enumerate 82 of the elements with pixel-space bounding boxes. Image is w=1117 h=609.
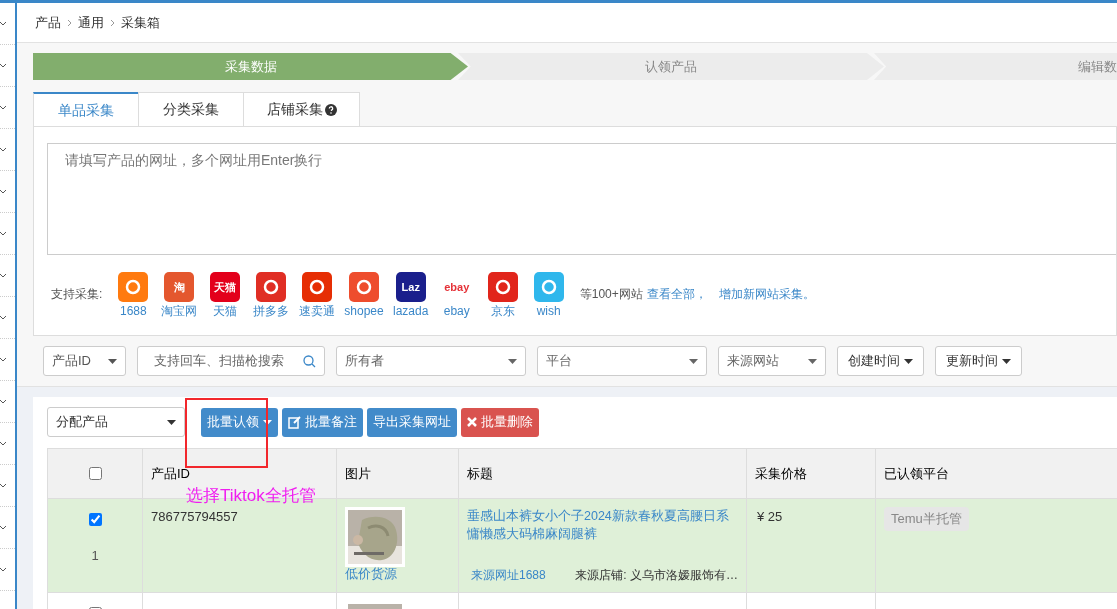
source-type-link[interactable]: 低价货源 <box>345 567 397 580</box>
site-link[interactable]: lazada <box>393 305 429 317</box>
select-all-checkbox[interactable] <box>88 467 102 480</box>
caret-icon <box>808 358 817 364</box>
source-shop-text: 来源店铺: 义乌市洛嫒服饰有… <box>575 567 738 584</box>
site-logo-icon: 天猫 <box>210 272 241 302</box>
sort-button[interactable]: 创建时间 <box>837 346 924 376</box>
source-url-link[interactable]: 来源网址1688 <box>471 566 546 584</box>
assign-select[interactable]: 分配产品 <box>47 407 185 437</box>
batch-button[interactable]: 批量删除 <box>461 407 539 437</box>
chevron-right-icon <box>67 18 72 27</box>
table-cell: ¥ 25 <box>757 509 783 524</box>
row-index: 1 <box>91 547 99 565</box>
title-link[interactable]: 垂感山本裤女小个子2024新款春秋夏高腰日系慵懒感大码棉麻阔腿裤 <box>467 507 738 543</box>
url-input[interactable]: 请填写产品的网址，多个网址用Enter换行 <box>47 143 1116 255</box>
site-link[interactable]: 1688 <box>120 305 147 317</box>
chevron-down-icon[interactable] <box>0 21 6 26</box>
chevron-down-icon[interactable] <box>0 231 6 236</box>
tab[interactable]: 店铺采集 <box>243 92 360 127</box>
caret-icon <box>508 358 517 364</box>
site-action-link[interactable]: 查看全部 <box>646 285 695 303</box>
select-field[interactable]: 来源网站 <box>718 346 826 376</box>
site-logo-icon: Laz <box>395 272 426 302</box>
column-header: 标题 <box>467 464 493 483</box>
caret-icon <box>904 358 913 364</box>
caret-icon <box>689 358 698 364</box>
select-field[interactable]: 平台 <box>537 346 707 376</box>
column-header: 图片 <box>345 464 371 483</box>
step-tab[interactable]: 编辑数 <box>874 53 1117 80</box>
table-cell: 786775794557 <box>151 509 238 524</box>
tab[interactable]: 分类采集 <box>138 92 244 127</box>
chevron-down-icon[interactable] <box>0 567 6 572</box>
caret-icon <box>1002 358 1011 364</box>
breadcrumb-link[interactable]: 通用 <box>78 12 104 33</box>
tab[interactable]: 单品采集 <box>33 92 139 127</box>
caret-icon <box>108 358 117 364</box>
column-header: 已认领平台 <box>884 464 949 483</box>
site-logo-icon: 淘 <box>164 272 195 302</box>
sort-button[interactable]: 更新时间 <box>935 346 1022 376</box>
column-header: 产品ID <box>151 464 190 483</box>
site-link[interactable]: 京东 <box>490 305 515 317</box>
chevron-down-icon[interactable] <box>0 525 6 530</box>
site-link[interactable]: shopee <box>344 305 384 317</box>
close-icon <box>467 417 477 427</box>
chevron-down-icon[interactable] <box>0 483 6 488</box>
search-field[interactable]: 支持回车、扫描枪搜索 <box>137 346 325 376</box>
site-action-link[interactable]: 增加新网站采集。 <box>718 285 815 303</box>
platform-tag: Temu半托管 <box>884 507 969 531</box>
caret-icon <box>167 419 176 425</box>
step-tab[interactable]: 认领产品 <box>458 53 884 80</box>
batch-button[interactable]: 批量备注 <box>282 407 363 437</box>
search-icon <box>303 354 316 368</box>
site-link[interactable]: 拼多多 <box>253 305 290 317</box>
site-link[interactable]: 淘宝网 <box>161 305 198 317</box>
chevron-right-icon <box>110 18 115 27</box>
separator-text: ， <box>694 286 707 303</box>
select-field[interactable]: 产品ID <box>43 346 126 376</box>
edit-icon <box>288 415 301 429</box>
chevron-down-icon[interactable] <box>0 189 6 194</box>
chevron-down-icon[interactable] <box>0 399 6 404</box>
column-header: 采集价格 <box>755 464 807 483</box>
breadcrumb-link[interactable]: 采集箱 <box>121 12 160 33</box>
site-link[interactable]: 天猫 <box>213 305 238 317</box>
step-tab[interactable]: 采集数据 <box>33 53 468 80</box>
chevron-down-icon[interactable] <box>0 357 6 362</box>
chevron-down-icon[interactable] <box>0 63 6 68</box>
more-sites-text: 等100+网站 <box>579 286 643 303</box>
chevron-down-icon[interactable] <box>0 441 6 446</box>
chevron-down-icon[interactable] <box>0 273 6 278</box>
batch-button[interactable]: 导出采集网址 <box>367 407 457 437</box>
support-label: 支持采集: <box>51 286 103 303</box>
site-link[interactable]: 速卖通 <box>299 305 336 317</box>
site-link[interactable]: wish <box>536 305 561 317</box>
site-link[interactable]: ebay <box>443 305 470 317</box>
chevron-down-icon[interactable] <box>0 315 6 320</box>
select-field[interactable]: 所有者 <box>336 346 526 376</box>
breadcrumb-link[interactable]: 产品 <box>35 12 61 33</box>
chevron-down-icon[interactable] <box>0 105 6 110</box>
caret-icon <box>263 419 272 425</box>
row-checkbox[interactable] <box>88 513 102 526</box>
chevron-down-icon[interactable] <box>0 147 6 152</box>
batch-button[interactable]: 批量认领 <box>201 407 278 437</box>
